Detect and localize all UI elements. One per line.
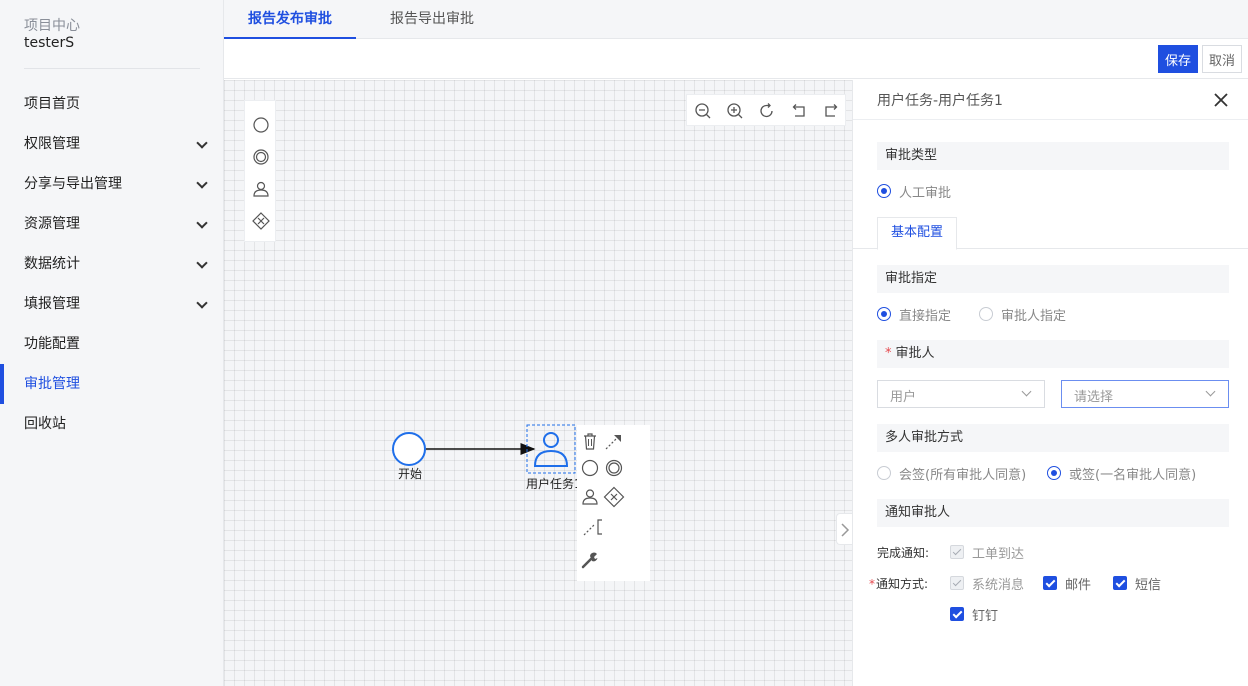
manual-approval-label: 人工审批 xyxy=(899,186,952,201)
connect-arrow-icon[interactable] xyxy=(603,430,625,452)
close-icon[interactable] xyxy=(1211,90,1231,110)
radio-approver-assign[interactable] xyxy=(979,307,993,321)
sidebar-item-fill-report[interactable]: 填报管理 xyxy=(0,284,224,324)
email-label: 邮件 xyxy=(1065,578,1092,593)
notify-method-label: *通知方式: xyxy=(869,575,928,592)
sms-label: 短信 xyxy=(1135,578,1162,593)
section-title: 多人审批方式 xyxy=(885,430,964,445)
approver-placeholder: 请选择 xyxy=(1074,390,1114,405)
start-event[interactable] xyxy=(392,432,426,466)
chevron-down-icon xyxy=(196,137,208,149)
checkbox-system-message[interactable] xyxy=(950,576,964,590)
wrench-icon[interactable] xyxy=(579,549,601,571)
chevron-down-icon xyxy=(196,217,208,229)
radio-any-sign[interactable] xyxy=(1047,466,1061,480)
approver-select[interactable]: 请选择 xyxy=(1061,380,1229,408)
section-title: 审批类型 xyxy=(885,148,938,163)
sidebar-item-label: 分享与导出管理 xyxy=(24,176,122,192)
properties-panel: 用户任务-用户任务1 审批类型 人工审批 基本配置 审批指定 直接指定 审批人指… xyxy=(852,80,1248,686)
radio-countersign-all[interactable] xyxy=(877,466,891,480)
panel-collapse-toggle[interactable] xyxy=(836,513,852,545)
sidebar-item-label: 数据统计 xyxy=(24,256,80,272)
countersign-all-label: 会签(所有审批人同意) xyxy=(899,468,1027,483)
append-start-event-icon[interactable] xyxy=(579,457,601,479)
checkbox-ticket-arrival[interactable] xyxy=(950,545,964,559)
radio-manual-approval[interactable] xyxy=(877,184,891,198)
any-sign-label: 或签(一名审批人同意) xyxy=(1069,468,1197,483)
chevron-down-icon xyxy=(196,297,208,309)
user-task-label: 用户任务1 xyxy=(526,477,582,491)
flow-diagram xyxy=(392,424,576,474)
section-title: 审批指定 xyxy=(885,271,938,286)
save-button[interactable]: 保存 xyxy=(1158,45,1198,73)
complete-notify-label: 完成通知: xyxy=(877,546,930,560)
panel-header: 用户任务-用户任务1 xyxy=(853,80,1248,120)
sidebar-menu: 项目首页 权限管理 分享与导出管理 资源管理 数据统计 填报管理 功能配置 审批… xyxy=(0,84,224,444)
system-message-label: 系统消息 xyxy=(972,578,1025,593)
start-event-label: 开始 xyxy=(398,467,423,481)
ticket-arrival-label: 工单到达 xyxy=(972,547,1025,562)
project-name: testerS xyxy=(24,35,75,51)
sidebar-item-label: 填报管理 xyxy=(24,296,80,312)
checkbox-email[interactable] xyxy=(1043,576,1057,590)
sidebar-item-label: 项目首页 xyxy=(24,96,80,112)
notify-method-text: 通知方式: xyxy=(876,577,929,591)
required-mark: * xyxy=(885,346,892,361)
context-pad xyxy=(577,425,650,581)
user-task-icon[interactable] xyxy=(533,432,569,467)
toolbar: 保存 取消 xyxy=(224,39,1248,79)
sidebar-divider xyxy=(24,68,200,69)
approver-assign-label: 审批人指定 xyxy=(1001,309,1067,324)
sidebar-item-project-home[interactable]: 项目首页 xyxy=(0,84,224,124)
section-approver: * 审批人 xyxy=(877,340,1229,368)
sidebar-item-feature-config[interactable]: 功能配置 xyxy=(0,324,224,364)
config-tabs: 基本配置 xyxy=(853,217,1248,250)
direct-assign-label: 直接指定 xyxy=(899,309,952,324)
checkbox-sms[interactable] xyxy=(1113,576,1127,590)
sidebar-item-label: 审批管理 xyxy=(24,376,80,392)
sidebar-item-share-export[interactable]: 分享与导出管理 xyxy=(0,164,224,204)
trash-icon[interactable] xyxy=(579,430,601,452)
sidebar-item-label: 权限管理 xyxy=(24,136,80,152)
chevron-down-icon xyxy=(1021,386,1032,397)
section-assign: 审批指定 xyxy=(877,265,1229,293)
sidebar-item-permissions[interactable]: 权限管理 xyxy=(0,124,224,164)
sidebar-item-label: 功能配置 xyxy=(24,336,80,352)
sidebar-item-resources[interactable]: 资源管理 xyxy=(0,204,224,244)
dingtalk-label: 钉钉 xyxy=(972,609,999,624)
tab-report-publish-approval[interactable]: 报告发布审批 xyxy=(224,0,356,39)
sidebar-item-approval[interactable]: 审批管理 xyxy=(0,364,224,404)
top-tabs: 报告发布审批 报告导出审批 xyxy=(224,0,1248,39)
bpmn-canvas[interactable]: 开始 用户任务1 xyxy=(224,80,852,686)
append-gateway-icon[interactable] xyxy=(603,486,625,508)
section-approval-type: 审批类型 xyxy=(877,142,1229,170)
panel-title: 用户任务-用户任务1 xyxy=(877,93,1003,109)
approver-type-value: 用户 xyxy=(890,390,917,405)
section-title: 通知审批人 xyxy=(885,505,951,520)
text-annotation-icon[interactable] xyxy=(582,516,604,538)
section-notify: 通知审批人 xyxy=(877,499,1229,527)
sidebar: 项目中心 testerS 项目首页 权限管理 分享与导出管理 资源管理 数据统计… xyxy=(0,0,224,686)
append-user-task-icon[interactable] xyxy=(579,486,601,508)
sidebar-item-label: 资源管理 xyxy=(24,216,80,232)
radio-direct-assign[interactable] xyxy=(877,307,891,321)
chevron-down-icon xyxy=(196,257,208,269)
chevron-right-icon xyxy=(841,523,850,537)
sidebar-item-label: 回收站 xyxy=(24,416,66,432)
checkbox-dingtalk[interactable] xyxy=(950,607,964,621)
chevron-down-icon xyxy=(196,177,208,189)
cancel-button[interactable]: 取消 xyxy=(1202,45,1242,73)
section-multi-approval: 多人审批方式 xyxy=(877,424,1229,452)
sidebar-item-recycle-bin[interactable]: 回收站 xyxy=(0,404,224,444)
append-end-event-icon[interactable] xyxy=(603,457,625,479)
approver-type-select[interactable]: 用户 xyxy=(877,380,1045,408)
required-mark: * xyxy=(869,577,875,591)
tab-basic-config[interactable]: 基本配置 xyxy=(877,217,957,250)
chevron-down-icon xyxy=(1205,386,1216,397)
tab-report-export-approval[interactable]: 报告导出审批 xyxy=(356,0,508,39)
project-center-label: 项目中心 xyxy=(24,18,80,34)
sidebar-item-statistics[interactable]: 数据统计 xyxy=(0,244,224,284)
section-title: 审批人 xyxy=(895,346,935,361)
